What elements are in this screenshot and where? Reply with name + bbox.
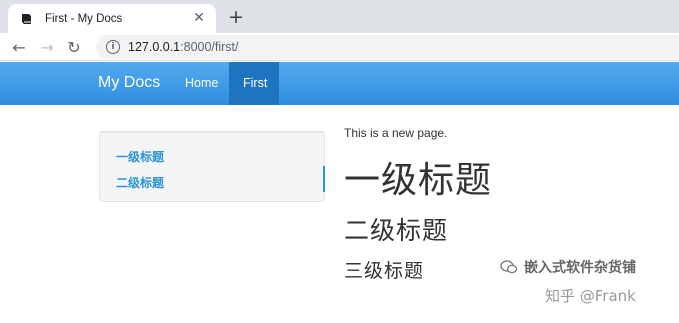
nav-link-home[interactable]: Home xyxy=(185,76,218,90)
wechat-icon xyxy=(500,260,518,274)
url-host: 127.0.0.1 xyxy=(128,40,181,54)
nav-link-first[interactable]: First xyxy=(229,62,279,105)
watermark-author: 知乎 @Frank xyxy=(545,287,636,305)
browser-toolbar: ← → ↻ i 127.0.0.1:8000/first/ xyxy=(0,33,679,61)
watermark-account: 嵌入式软件杂货铺 xyxy=(500,257,636,277)
new-tab-button[interactable]: + xyxy=(225,6,247,28)
url-text[interactable]: 127.0.0.1:8000/first/ xyxy=(128,40,239,54)
browser-tab-strip: First - My Docs ✕ + xyxy=(0,0,679,33)
address-bar[interactable]: i 127.0.0.1:8000/first/ xyxy=(96,35,679,59)
watermark-account-name: 嵌入式软件杂货铺 xyxy=(524,260,636,276)
page-intro: This is a new page. xyxy=(344,126,448,140)
site-navbar: My Docs Home First xyxy=(0,62,679,105)
nav-link-first-label: First xyxy=(243,76,268,90)
heading-level-1: 一级标题 xyxy=(344,160,493,201)
close-icon[interactable]: ✕ xyxy=(190,9,208,27)
url-path: :8000/first/ xyxy=(180,40,239,54)
forward-button[interactable]: → xyxy=(36,36,58,58)
heading-level-3: 三级标题 xyxy=(344,260,425,282)
back-button[interactable]: ← xyxy=(8,36,30,58)
heading-level-2: 二级标题 xyxy=(344,216,449,245)
toc-active-indicator xyxy=(323,166,325,192)
book-icon xyxy=(20,12,33,25)
info-icon[interactable]: i xyxy=(106,40,120,54)
toc-item-h2[interactable]: 二级标题 xyxy=(116,174,164,191)
reload-button[interactable]: ↻ xyxy=(63,36,85,58)
tab-title: First - My Docs xyxy=(45,12,123,25)
toc-item-h1[interactable]: 一级标题 xyxy=(116,148,164,165)
browser-tab[interactable]: First - My Docs ✕ xyxy=(8,4,216,33)
site-brand[interactable]: My Docs xyxy=(98,74,160,92)
table-of-contents: 一级标题 二级标题 xyxy=(99,131,325,202)
